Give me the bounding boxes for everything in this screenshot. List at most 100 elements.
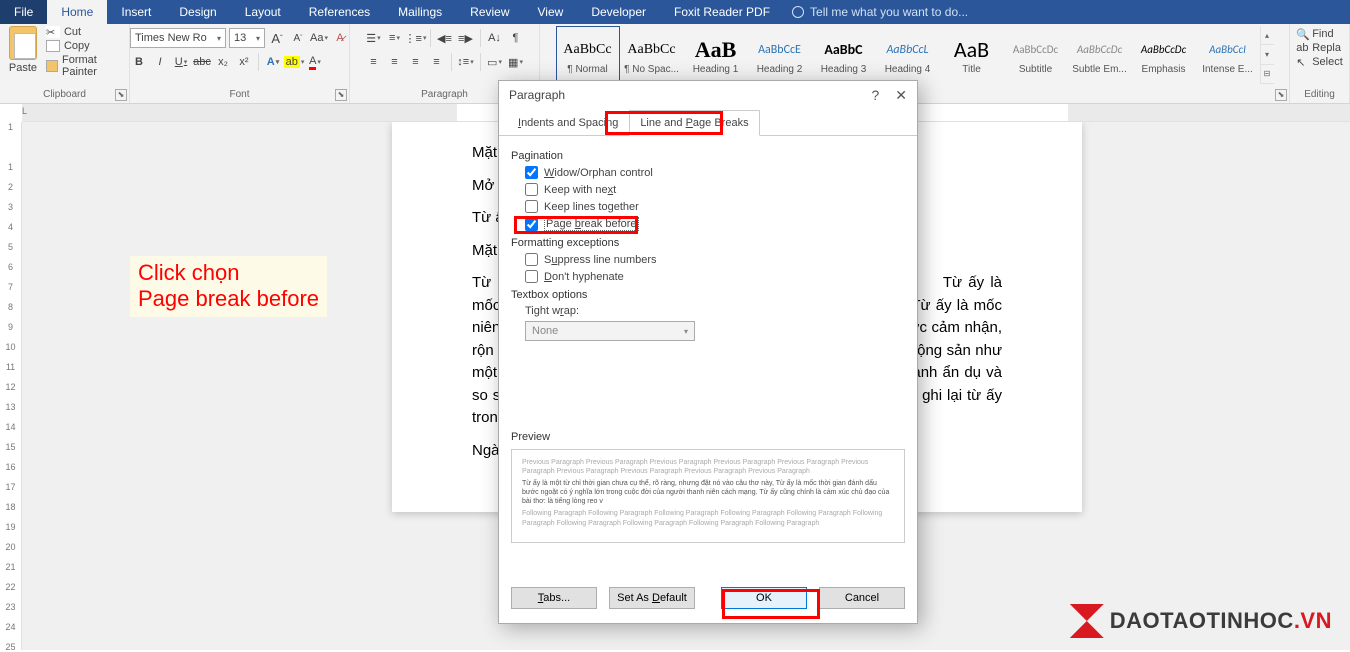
strike-button[interactable]: abc (193, 52, 211, 72)
logo-icon (1070, 604, 1104, 638)
page-break-before-checkbox[interactable]: Page break before (525, 217, 905, 231)
shading-button[interactable]: ▭▾ (486, 52, 504, 72)
style-heading-3[interactable]: AaBbCHeading 3 (812, 26, 876, 84)
dialog-help-button[interactable]: ? (871, 87, 879, 104)
tab-references[interactable]: References (295, 0, 384, 24)
replace-icon: ab (1296, 42, 1308, 54)
brush-icon (46, 60, 58, 72)
group-label-clipboard: Clipboard (6, 87, 123, 103)
multilevel-button[interactable]: ⋮≡▾ (407, 28, 425, 48)
borders-button[interactable]: ▦▾ (507, 52, 525, 72)
decrease-indent-button[interactable]: ◀≡ (436, 28, 454, 48)
italic-button[interactable]: I (151, 52, 169, 72)
preview-section-label: Preview (511, 431, 905, 443)
select-button[interactable]: ↖Select (1296, 56, 1343, 68)
pagination-section-label: Pagination (511, 150, 905, 162)
suppress-line-numbers-checkbox[interactable]: Suppress line numbers (525, 253, 905, 266)
clipboard-launcher[interactable]: ⬊ (115, 89, 127, 101)
find-button[interactable]: 🔍Find (1296, 28, 1343, 40)
cursor-icon: ↖ (1296, 56, 1308, 68)
grow-font-button[interactable]: Aˆ (268, 28, 286, 48)
dialog-close-button[interactable]: ✕ (895, 87, 907, 104)
style-subtitle[interactable]: AaBbCcDcSubtitle (1004, 26, 1068, 84)
dialog-title: Paragraph (509, 88, 565, 102)
shrink-font-button[interactable]: Aˇ (289, 28, 307, 48)
group-label-editing: Editing (1296, 87, 1343, 103)
watermark-logo: DAOTAOTINHOC.VN (1070, 604, 1332, 638)
tab-line-page-breaks[interactable]: Line and Page Breaks (629, 110, 759, 136)
copy-button[interactable]: Copy (46, 40, 123, 52)
tell-me-search[interactable]: Tell me what you want to do... (784, 0, 976, 24)
subscript-button[interactable]: x₂ (214, 52, 232, 72)
scissors-icon: ✂ (46, 26, 60, 38)
show-marks-button[interactable]: ¶ (507, 28, 525, 48)
tab-home[interactable]: Home (47, 0, 107, 24)
group-font: Times New Ro▾ 13▾ Aˆ Aˇ Aa▾ A̷ B I U▾ ab… (130, 24, 350, 103)
tell-me-placeholder: Tell me what you want to do... (810, 5, 968, 19)
set-default-button[interactable]: Set As Default (609, 587, 695, 609)
increase-indent-button[interactable]: ≡▶ (457, 28, 475, 48)
keep-with-next-checkbox[interactable]: Keep with next (525, 183, 905, 196)
style-heading-2[interactable]: AaBbCcEHeading 2 (748, 26, 812, 84)
text-effects-button[interactable]: A▾ (264, 52, 282, 72)
styles-scroll[interactable]: ▴▾⊟ (1260, 26, 1274, 84)
copy-icon (46, 40, 60, 52)
tab-layout[interactable]: Layout (231, 0, 295, 24)
tab-file[interactable]: File (0, 0, 47, 24)
cancel-button[interactable]: Cancel (819, 587, 905, 609)
underline-button[interactable]: U▾ (172, 52, 190, 72)
formatting-section-label: Formatting exceptions (511, 237, 905, 249)
paste-button[interactable]: Paste (6, 26, 40, 84)
style-heading-4[interactable]: AaBbCcLHeading 4 (876, 26, 940, 84)
tab-design[interactable]: Design (165, 0, 230, 24)
paste-icon (9, 26, 37, 60)
change-case-button[interactable]: Aa▾ (310, 28, 328, 48)
line-spacing-button[interactable]: ↕≡▾ (457, 52, 475, 72)
dont-hyphenate-checkbox[interactable]: Don't hyphenate (525, 270, 905, 283)
highlight-button[interactable]: ab▾ (285, 52, 303, 72)
style-heading-1[interactable]: AaBHeading 1 (684, 26, 748, 84)
font-name-combo[interactable]: Times New Ro▾ (130, 28, 226, 48)
align-center-button[interactable]: ≡ (386, 52, 404, 72)
clear-format-button[interactable]: A̷ (331, 28, 349, 48)
group-clipboard: Paste ✂Cut Copy Format Painter Clipboard… (0, 24, 130, 103)
style-intense-e-[interactable]: AaBbCcIIntense E... (1196, 26, 1260, 84)
tab-developer[interactable]: Developer (577, 0, 660, 24)
bullets-button[interactable]: ☰▾ (365, 28, 383, 48)
tab-indents-spacing[interactable]: Indents and Spacing (507, 110, 629, 136)
tab-view[interactable]: View (524, 0, 578, 24)
tab-foxit[interactable]: Foxit Reader PDF (660, 0, 784, 24)
font-size-combo[interactable]: 13▾ (229, 28, 265, 48)
replace-button[interactable]: abRepla (1296, 42, 1343, 54)
tight-wrap-select: None▾ (525, 321, 695, 341)
tab-mailings[interactable]: Mailings (384, 0, 456, 24)
lightbulb-icon (792, 6, 804, 18)
ok-button[interactable]: OK (721, 587, 807, 609)
numbering-button[interactable]: ≡▾ (386, 28, 404, 48)
align-right-button[interactable]: ≡ (407, 52, 425, 72)
superscript-button[interactable]: x² (235, 52, 253, 72)
font-launcher[interactable]: ⬊ (335, 89, 347, 101)
style-subtle-em-[interactable]: AaBbCcDcSubtle Em... (1068, 26, 1132, 84)
preview-box: Previous Paragraph Previous Paragraph Pr… (511, 449, 905, 543)
font-color-button[interactable]: A▾ (306, 52, 324, 72)
bold-button[interactable]: B (130, 52, 148, 72)
style--no-spac-[interactable]: AaBbCc¶ No Spac... (620, 26, 684, 84)
widow-orphan-checkbox[interactable]: Widow/Orphan control (525, 166, 905, 179)
styles-launcher[interactable]: ⬊ (1275, 89, 1287, 101)
style--normal[interactable]: AaBbCc¶ Normal (556, 26, 620, 84)
align-left-button[interactable]: ≡ (365, 52, 383, 72)
dialog-titlebar[interactable]: Paragraph ? ✕ (499, 81, 917, 109)
vertical-ruler[interactable]: 1123456789101112131415161718192021222324… (0, 122, 22, 650)
tab-review[interactable]: Review (456, 0, 523, 24)
keep-lines-together-checkbox[interactable]: Keep lines together (525, 200, 905, 213)
style-emphasis[interactable]: AaBbCcDcEmphasis (1132, 26, 1196, 84)
cut-button[interactable]: ✂Cut (46, 26, 123, 38)
format-painter-button[interactable]: Format Painter (46, 54, 123, 78)
tight-wrap-label: Tight wrap: (525, 305, 579, 317)
justify-button[interactable]: ≡ (428, 52, 446, 72)
tab-insert[interactable]: Insert (107, 0, 165, 24)
tabs-button[interactable]: Tabs... (511, 587, 597, 609)
style-title[interactable]: AaBTitle (940, 26, 1004, 84)
sort-button[interactable]: A↓ (486, 28, 504, 48)
